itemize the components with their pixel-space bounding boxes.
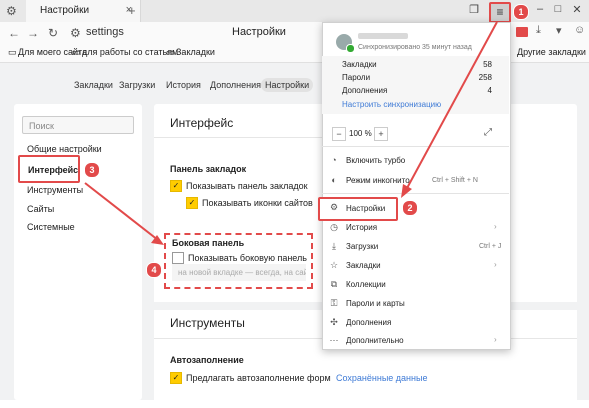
incognito-shortcut: Ctrl + Shift + N bbox=[432, 177, 478, 184]
downloads-shortcut: Ctrl + J bbox=[479, 243, 502, 250]
menu-separator bbox=[322, 146, 509, 147]
menu-item-passwords[interactable]: Пароли и карты bbox=[346, 299, 405, 308]
account-name-blurred bbox=[358, 33, 408, 39]
divider bbox=[154, 137, 322, 138]
menu-item-settings[interactable]: Настройки bbox=[346, 204, 385, 213]
side-panel-title: Боковая панель bbox=[172, 238, 245, 248]
chevron-right-icon: › bbox=[494, 335, 497, 344]
browser-settings-icon[interactable]: ⚙ bbox=[6, 4, 17, 18]
downloads-icon[interactable]: ⤓ bbox=[536, 24, 541, 37]
maximize-icon[interactable]: □ bbox=[550, 3, 566, 15]
browser-tab[interactable]: Настройки × bbox=[26, 0, 141, 22]
collections-icon[interactable]: ❐ bbox=[466, 3, 482, 16]
stat-bookmarks-label: Закладки bbox=[342, 60, 377, 69]
sidebar-item-interface[interactable]: Интерфейс bbox=[18, 155, 80, 183]
download-icon: ⤓ bbox=[332, 241, 336, 251]
stat-bookmarks-value: 58 bbox=[483, 60, 492, 69]
menu-item-extensions[interactable]: Дополнения bbox=[346, 318, 391, 327]
show-bookmarks-label: Показывать панель закладок bbox=[186, 181, 308, 191]
show-icons-checkbox[interactable]: ✓ bbox=[186, 197, 198, 209]
profile-icon[interactable]: ☺ bbox=[574, 24, 585, 36]
side-panel-select[interactable]: на новой вкладке — всегда, на сайтах — bbox=[172, 264, 306, 281]
top-tab-history[interactable]: История bbox=[162, 78, 205, 92]
extensions-icon: ✣ bbox=[330, 317, 338, 327]
stat-extensions-label: Дополнения bbox=[342, 86, 388, 95]
autofill-checkbox[interactable]: ✓ bbox=[170, 372, 182, 384]
back-icon[interactable]: ← bbox=[8, 26, 20, 40]
page-title-in-address: Настройки bbox=[232, 26, 286, 38]
pocket-icon[interactable]: ▾ bbox=[556, 24, 562, 37]
sync-ok-icon bbox=[346, 44, 355, 53]
gear-icon: ⚙ bbox=[329, 202, 339, 212]
sidebar-item-system[interactable]: Системные bbox=[27, 222, 75, 232]
top-tab-bookmarks[interactable]: Закладки bbox=[70, 78, 117, 92]
address-text[interactable]: settings bbox=[86, 26, 124, 38]
folder-icon: ▭ bbox=[8, 47, 17, 57]
top-tab-settings[interactable]: Настройки bbox=[261, 78, 314, 92]
extension-icon[interactable] bbox=[516, 27, 528, 37]
stat-passwords-value: 258 bbox=[478, 73, 492, 82]
minimize-icon[interactable]: – bbox=[532, 3, 548, 15]
interface-title: Интерфейс bbox=[170, 116, 234, 130]
show-side-panel-checkbox[interactable] bbox=[172, 252, 184, 264]
sidebar-item-tools[interactable]: Инструменты bbox=[27, 185, 83, 195]
tools-title: Инструменты bbox=[170, 316, 245, 330]
menu-button[interactable]: ≡ bbox=[489, 2, 511, 23]
stat-extensions-value: 4 bbox=[487, 86, 492, 95]
zoom-value: 100 % bbox=[349, 129, 372, 138]
key-icon: ⚿ bbox=[330, 298, 338, 308]
clock-icon: ◷ bbox=[330, 222, 338, 232]
autofill-title: Автозаполнение bbox=[170, 355, 244, 365]
top-tab-downloads[interactable]: Загрузки bbox=[115, 78, 159, 92]
menu-item-more[interactable]: Дополнительно bbox=[346, 336, 404, 345]
sync-status: Синхронизировано 35 минут назад bbox=[358, 44, 472, 51]
bookmark-icon: ☆ bbox=[329, 260, 339, 270]
show-bookmarks-checkbox[interactable]: ✓ bbox=[170, 180, 182, 192]
menu-item-turbo[interactable]: Включить турбо bbox=[346, 156, 405, 165]
annotation-badge-4: 4 bbox=[146, 262, 162, 278]
annotation-badge-3: 3 bbox=[84, 162, 100, 178]
folder-icon: ▭ bbox=[166, 47, 175, 57]
bookmark-folder-2[interactable]: для работы со статьям bbox=[82, 47, 178, 57]
more-icon: ⋯ bbox=[329, 335, 339, 345]
forward-icon[interactable]: → bbox=[27, 26, 39, 40]
show-side-panel-label: Показывать боковую панель bbox=[188, 253, 307, 263]
zoom-in-button[interactable]: + bbox=[374, 127, 388, 141]
folder-icon: ▭ bbox=[72, 47, 81, 57]
show-icons-label: Показывать иконки сайтов bbox=[202, 198, 313, 208]
close-window-icon[interactable]: ✕ bbox=[569, 3, 585, 16]
annotation-badge-2: 2 bbox=[402, 200, 418, 216]
bookmark-folder-3[interactable]: Закладки bbox=[176, 47, 215, 57]
chevron-right-icon: › bbox=[494, 222, 497, 231]
menu-item-downloads[interactable]: Загрузки bbox=[346, 242, 378, 251]
menu-separator bbox=[322, 193, 509, 194]
bookmarks-panel-title: Панель закладок bbox=[170, 164, 247, 174]
zoom-out-button[interactable]: − bbox=[332, 127, 346, 141]
incognito-icon: ◐ bbox=[331, 175, 337, 185]
menu-item-incognito[interactable]: Режим инкогнито bbox=[346, 176, 410, 185]
plus-icon[interactable]: + bbox=[128, 3, 136, 18]
saved-data-link[interactable]: Сохранённые данные bbox=[336, 373, 427, 383]
stat-passwords-label: Пароли bbox=[342, 73, 371, 82]
other-bookmarks[interactable]: Другие закладки bbox=[517, 47, 586, 57]
sync-settings-link[interactable]: Настроить синхронизацию bbox=[342, 100, 441, 109]
fullscreen-icon[interactable]: ⤢ bbox=[484, 127, 492, 138]
menu-item-history[interactable]: История bbox=[346, 223, 377, 232]
menu-item-collections[interactable]: Коллекции bbox=[346, 280, 386, 289]
search-input[interactable]: Поиск bbox=[22, 116, 134, 134]
turbo-icon: ◔ bbox=[331, 155, 337, 165]
tab-title: Настройки bbox=[40, 5, 90, 16]
sidebar-item-sites[interactable]: Сайты bbox=[27, 204, 54, 214]
collections-icon: ⧉ bbox=[330, 279, 338, 289]
menu-item-bookmarks[interactable]: Закладки bbox=[346, 261, 381, 270]
top-tab-extensions[interactable]: Дополнения bbox=[206, 78, 265, 92]
settings-page-icon: ⚙ bbox=[70, 26, 81, 40]
sidebar-item-general[interactable]: Общие настройки bbox=[27, 144, 102, 154]
chevron-right-icon: › bbox=[494, 260, 497, 269]
annotation-badge-1: 1 bbox=[513, 4, 529, 20]
reload-icon[interactable]: ↻ bbox=[48, 26, 58, 40]
autofill-label: Предлагать автозаполнение форм bbox=[186, 373, 331, 383]
